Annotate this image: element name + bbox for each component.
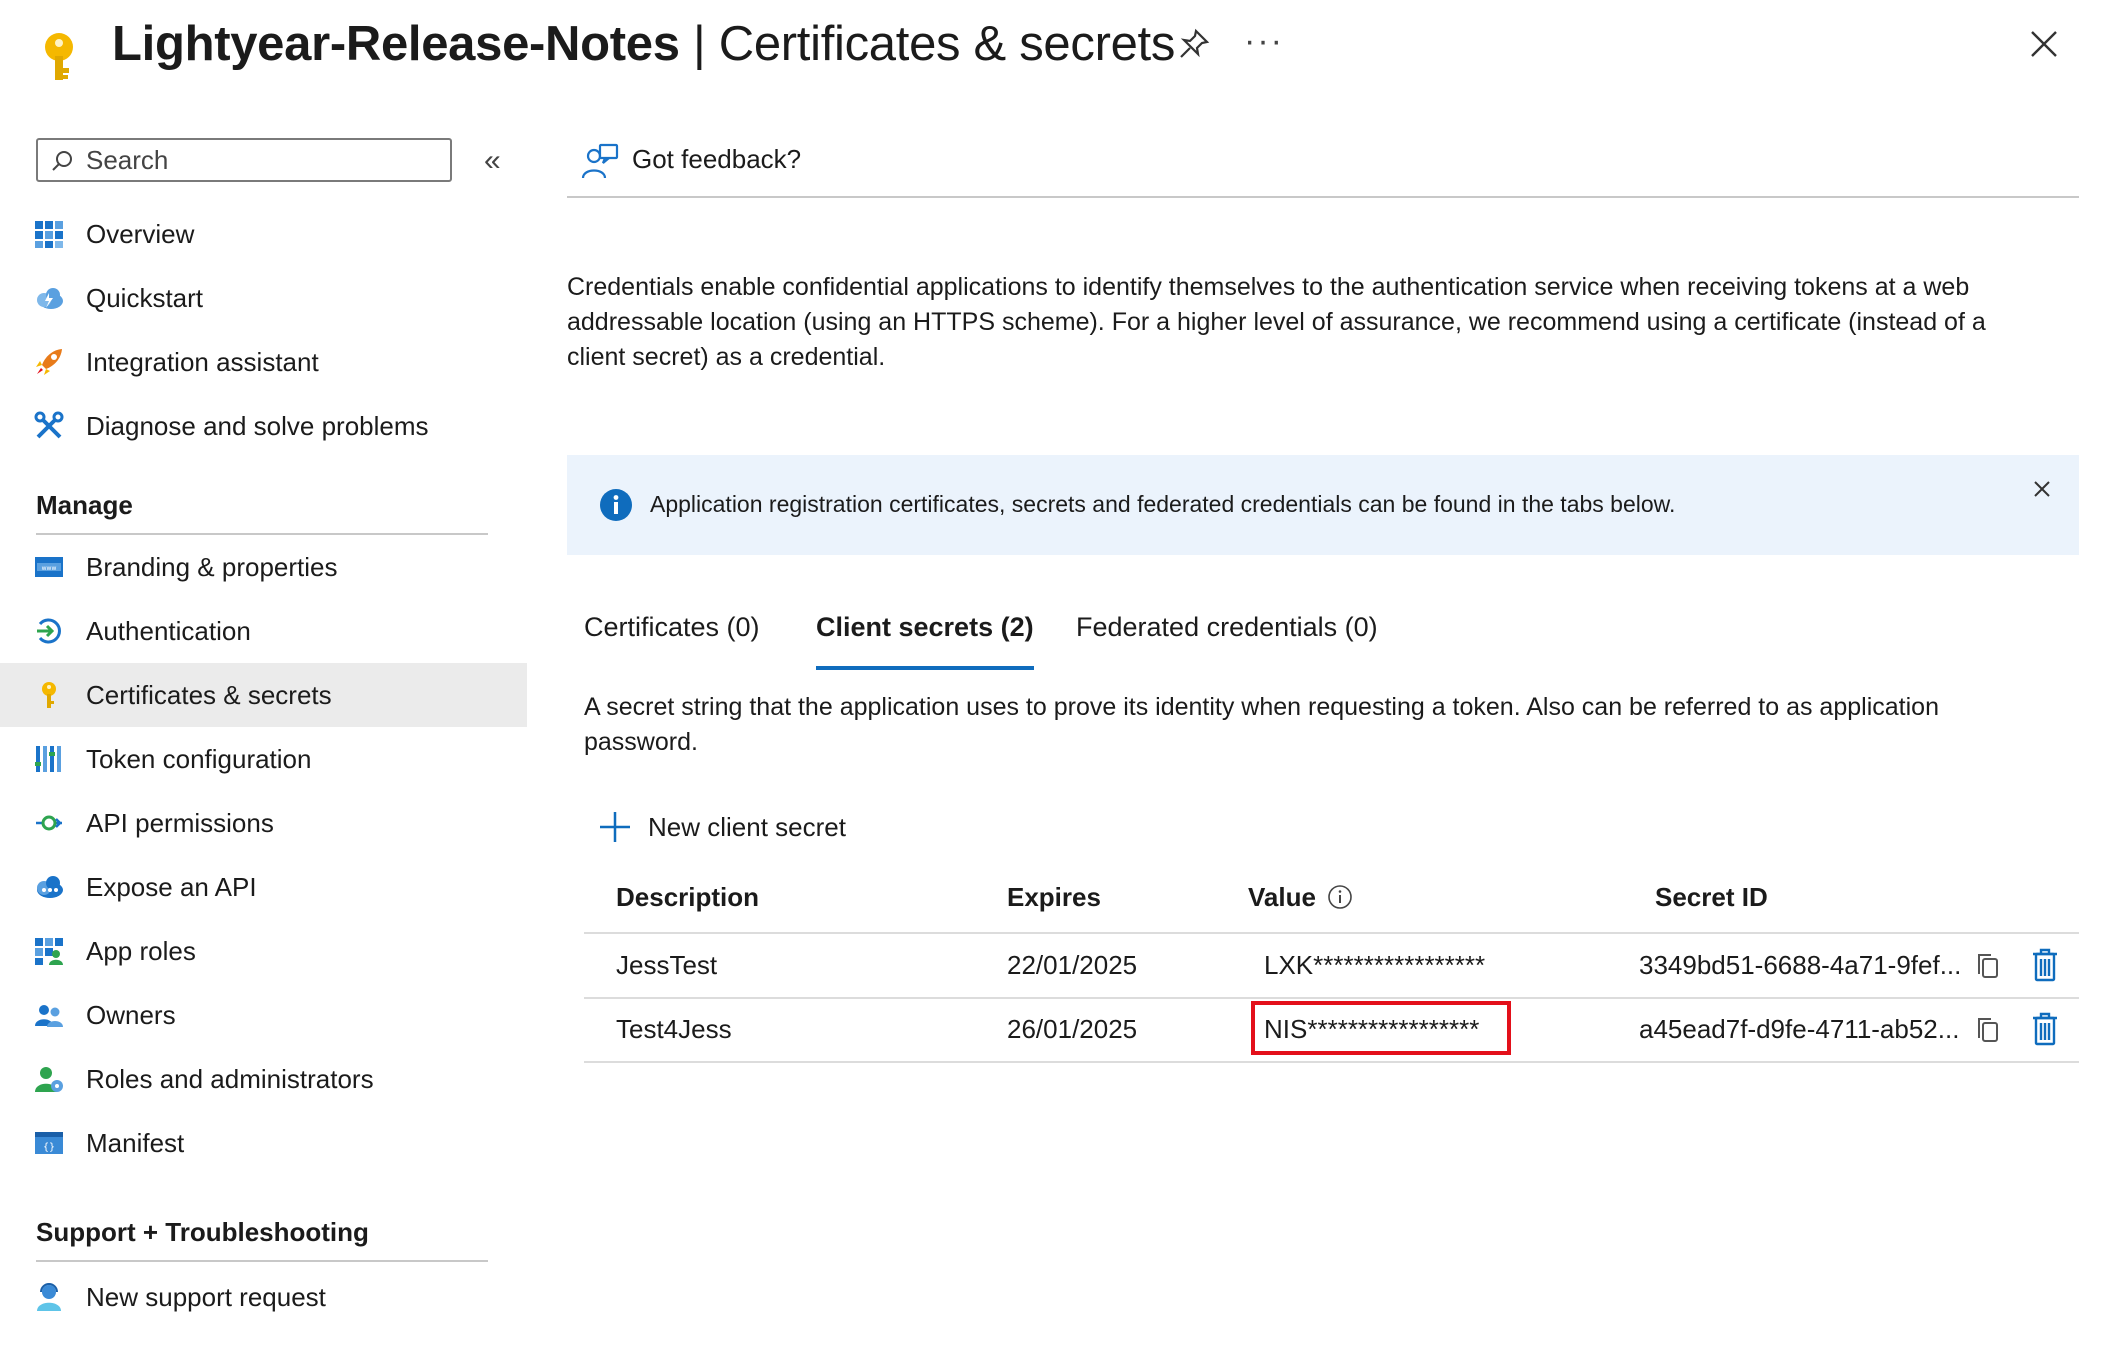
api-permissions-icon (36, 815, 62, 831)
sidebar-item-label: App roles (86, 936, 196, 966)
authentication-icon (37, 618, 61, 644)
delete-icon[interactable] (2031, 1012, 2059, 1046)
secret-expires: 22/01/2025 (1007, 950, 1138, 980)
feedback-icon (581, 143, 619, 179)
sidebar-item-expose-api[interactable]: Expose an API (0, 855, 527, 919)
wrench-icon (34, 411, 64, 439)
column-header-value-label: Value (1248, 882, 1316, 912)
copy-icon[interactable] (1975, 1016, 2001, 1044)
sidebar-item-overview[interactable]: Overview (0, 202, 527, 266)
sidebar-item-diagnose[interactable]: Diagnose and solve problems (0, 394, 527, 458)
banner-text: Application registration certificates, s… (650, 491, 1676, 517)
divider (567, 196, 2079, 198)
sidebar-item-integration-assistant[interactable]: Integration assistant (0, 330, 527, 394)
sidebar-item-branding[interactable]: www Branding & properties (0, 535, 527, 599)
sidebar-item-authentication[interactable]: Authentication (0, 599, 527, 663)
sidebar-item-label: Roles and administrators (86, 1064, 374, 1094)
credentials-description: Credentials enable confidential applicat… (567, 273, 1986, 371)
search-icon (52, 151, 72, 171)
delete-icon[interactable] (2031, 948, 2059, 982)
sidebar-item-label: New support request (86, 1282, 326, 1312)
plus-icon (600, 812, 630, 842)
dismiss-banner-icon[interactable] (2031, 478, 2053, 500)
sidebar-item-app-roles[interactable]: App roles (0, 919, 527, 983)
sidebar-item-label: Quickstart (86, 283, 204, 313)
close-icon[interactable] (2026, 26, 2062, 62)
column-header-expires: Expires (1007, 882, 1101, 912)
collapse-sidebar-icon[interactable]: « (484, 146, 501, 176)
app-name: Lightyear-Release-Notes (112, 17, 680, 71)
more-options-icon[interactable]: ··· (1244, 22, 1284, 61)
sidebar-item-label: Authentication (86, 616, 251, 646)
secret-id: 3349bd51-6688-4a71-9fef... (1639, 950, 1962, 980)
roles-admin-icon (35, 1067, 63, 1092)
client-secrets-description: A secret string that the application use… (584, 693, 1939, 756)
overview-grid-icon (35, 221, 63, 248)
info-circle-icon[interactable] (1327, 884, 1353, 910)
token-bars-icon (35, 746, 61, 772)
manifest-icon: {} (35, 1132, 63, 1154)
sidebar-item-owners[interactable]: Owners (0, 983, 527, 1047)
sidebar-item-label: Overview (86, 219, 195, 249)
sidebar-item-token-configuration[interactable]: Token configuration (0, 727, 527, 791)
copy-icon[interactable] (1975, 952, 2001, 980)
sidebar-item-label: Integration assistant (86, 347, 319, 377)
column-header-description: Description (616, 882, 760, 912)
tab-client-secrets[interactable]: Client secrets (2) (816, 612, 1034, 670)
sidebar-item-label: Diagnose and solve problems (86, 411, 429, 441)
sidebar-item-label: Owners (86, 1000, 176, 1030)
secret-value: LXK***************** (1264, 950, 1486, 980)
info-banner: Application registration certificates, s… (567, 455, 2079, 555)
sidebar-item-label: API permissions (86, 808, 274, 838)
secret-description: JessTest (616, 950, 718, 980)
search-input[interactable] (86, 144, 436, 176)
manage-heading: Manage (36, 490, 133, 520)
cloud-lightning-icon (37, 288, 63, 309)
secret-id: a45ead7f-d9fe-4711-ab52... (1639, 1014, 1960, 1044)
secret-expires: 26/01/2025 (1007, 1014, 1138, 1044)
divider (36, 1260, 488, 1262)
sidebar-item-label: Certificates & secrets (86, 680, 332, 710)
title-separator: | (679, 17, 719, 71)
sidebar-item-certificates-secrets[interactable]: Certificates & secrets (0, 663, 527, 727)
sidebar-item-manifest[interactable]: {} Manifest (0, 1111, 527, 1175)
column-header-secret-id: Secret ID (1655, 882, 1768, 912)
secret-description: Test4Jess (616, 1014, 732, 1044)
search-field[interactable] (36, 138, 452, 182)
sidebar-item-label: Token configuration (86, 744, 312, 774)
svg-text:{}: {} (43, 1142, 55, 1153)
svg-text:www: www (42, 565, 57, 572)
feedback-label: Got feedback? (632, 144, 802, 174)
value-highlight-box (1251, 1001, 1511, 1055)
sidebar-item-new-support-request[interactable]: New support request (0, 1265, 527, 1329)
page-title: Lightyear-Release-Notes | Certificates &… (112, 14, 1175, 74)
rocket-icon (36, 349, 62, 375)
support-person-icon (37, 1283, 61, 1311)
sidebar-item-label: Manifest (86, 1128, 185, 1158)
cloud-api-icon (37, 876, 63, 898)
info-icon (600, 489, 632, 521)
tab-certificates[interactable]: Certificates (0) (584, 612, 760, 666)
key-icon (38, 30, 88, 90)
key-icon (42, 682, 56, 708)
branding-icon: www (35, 557, 63, 577)
sidebar-item-quickstart[interactable]: Quickstart (0, 266, 527, 330)
app-roles-grid-icon (35, 938, 63, 965)
sidebar-item-label: Expose an API (86, 872, 257, 902)
owners-people-icon (35, 1005, 63, 1027)
tab-federated-credentials[interactable]: Federated credentials (0) (1076, 612, 1378, 666)
sidebar-item-api-permissions[interactable]: API permissions (0, 791, 527, 855)
support-heading: Support + Troubleshooting (36, 1217, 369, 1247)
row-divider (584, 1061, 2079, 1063)
page-name: Certificates & secrets (718, 17, 1176, 71)
column-header-value: Value (1248, 882, 1353, 913)
sidebar-item-label: Branding & properties (86, 552, 338, 582)
sidebar-item-roles-administrators[interactable]: Roles and administrators (0, 1047, 527, 1111)
pin-icon[interactable] (1176, 26, 1212, 62)
new-client-secret-label: New client secret (648, 812, 846, 842)
